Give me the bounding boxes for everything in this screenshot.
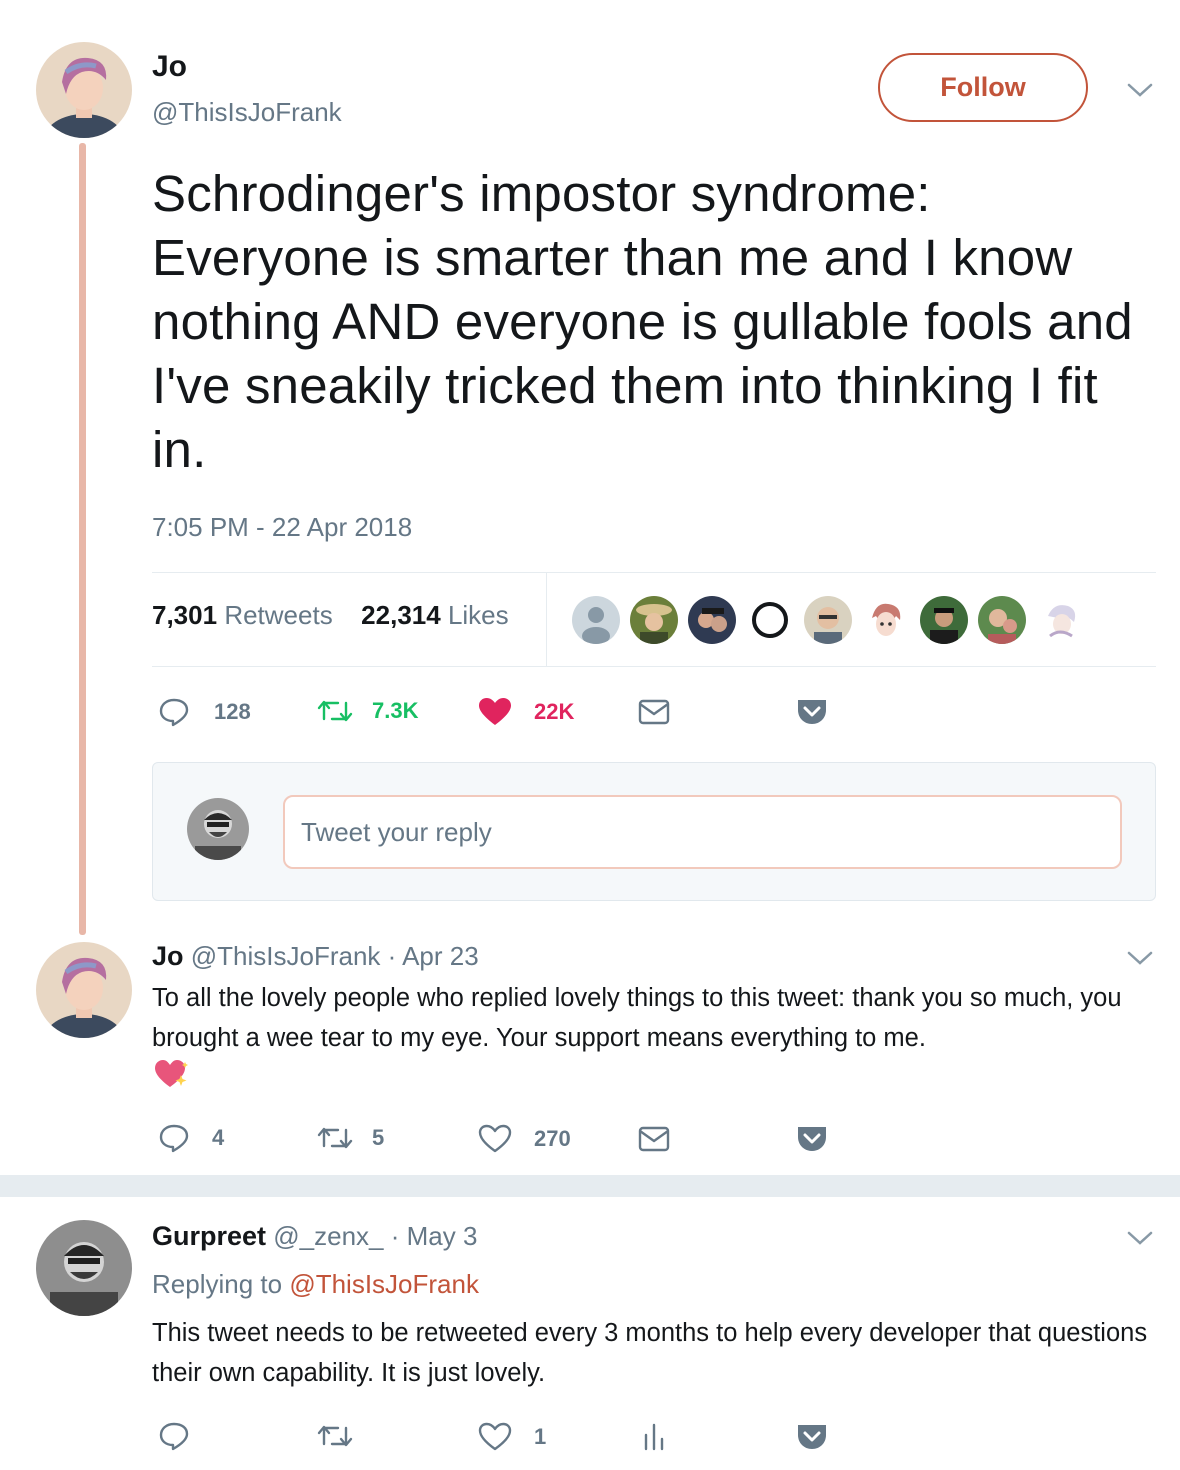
author-handle[interactable]: @ThisIsJoFrank [152, 97, 342, 128]
retweet-stat[interactable]: 7,301 Retweets [152, 600, 333, 630]
heart-icon [478, 1124, 512, 1153]
tweet-text: To all the lovely people who replied lov… [152, 978, 1162, 1058]
tweet-text: Schrodinger's impostor syndrome: Everyon… [152, 165, 1133, 478]
current-user-avatar [187, 798, 249, 860]
liker-avatar[interactable] [1036, 596, 1084, 644]
liker-avatar[interactable] [746, 596, 794, 644]
chevron-down-icon[interactable] [1126, 80, 1154, 105]
like-count: 1 [534, 1424, 547, 1449]
direct-message-action[interactable] [638, 1126, 670, 1152]
pocket-icon [798, 1425, 826, 1449]
reply-count: 128 [214, 699, 251, 724]
author-handle[interactable]: @ThisIsJoFrank [191, 941, 381, 971]
follow-button[interactable]: Follow [878, 53, 1088, 122]
liker-avatar[interactable] [630, 596, 678, 644]
pocket-action[interactable] [796, 1125, 828, 1153]
reply-icon [159, 1422, 189, 1451]
reply-icon [159, 1124, 189, 1153]
likes-stat[interactable]: 22,314 Likes [361, 600, 508, 630]
author-avatar[interactable] [36, 42, 132, 138]
reply-count: 4 [212, 1125, 225, 1150]
retweet-action[interactable]: 7.3K [316, 697, 418, 725]
reply-action[interactable] [158, 1421, 190, 1451]
pocket-icon [798, 1127, 826, 1151]
liker-avatar[interactable] [688, 596, 736, 644]
pocket-action[interactable] [796, 1423, 828, 1451]
retweet-count: 5 [372, 1125, 385, 1150]
tweet-header: Gurpreet @_zenx_ · May 3 [152, 1221, 477, 1252]
liker-avatar[interactable] [572, 596, 620, 644]
chevron-down-icon[interactable] [1126, 948, 1154, 973]
tweet-stats: 7,301 Retweets 22,314 Likes [152, 600, 509, 631]
like-count: 22K [534, 699, 575, 724]
reply-action[interactable]: 128 [158, 697, 251, 727]
liker-avatar[interactable] [862, 596, 910, 644]
retweet-icon [317, 1127, 353, 1149]
tweet-date[interactable]: · Apr 23 [388, 941, 479, 971]
likes-label: Likes [447, 600, 509, 630]
liker-avatar[interactable] [920, 596, 968, 644]
direct-message-action[interactable] [638, 699, 670, 725]
tweet-date[interactable]: · May 3 [391, 1221, 478, 1251]
tweet-header: Jo @ThisIsJoFrank · Apr 23 [152, 941, 479, 972]
like-action[interactable]: 270 [478, 1124, 571, 1154]
message-icon [638, 1126, 670, 1152]
liker-avatar[interactable] [978, 596, 1026, 644]
sparkling-heart-emoji [154, 1057, 190, 1096]
retweet-count: 7.3K [372, 698, 419, 723]
analytics-action[interactable] [642, 1421, 666, 1451]
heart-icon [479, 698, 511, 725]
like-action[interactable]: 1 [478, 1422, 546, 1452]
reply-input[interactable]: Tweet your reply [283, 795, 1122, 869]
author-name[interactable]: Jo [152, 50, 187, 84]
retweet-action[interactable] [316, 1422, 354, 1450]
pocket-action[interactable] [796, 698, 828, 726]
author-name[interactable]: Gurpreet [152, 1221, 266, 1251]
chevron-down-icon[interactable] [1126, 1228, 1154, 1253]
tweet-timestamp[interactable]: 7:05 PM - 22 Apr 2018 [152, 512, 412, 543]
analytics-icon [644, 1423, 664, 1451]
tweet-text: This tweet needs to be retweeted every 3… [152, 1319, 1148, 1387]
reply-action[interactable]: 4 [158, 1123, 224, 1153]
section-divider [0, 1175, 1180, 1197]
message-icon [638, 699, 670, 725]
pocket-icon [798, 700, 826, 724]
retweet-icon [317, 1425, 353, 1447]
heart-icon [478, 1422, 512, 1451]
replying-to-handle[interactable]: @ThisIsJoFrank [289, 1269, 479, 1299]
like-count: 270 [534, 1126, 571, 1151]
author-avatar[interactable] [36, 1220, 132, 1316]
author-name[interactable]: Jo [152, 941, 184, 971]
like-action[interactable]: 22K [478, 697, 574, 727]
thread-line [79, 143, 86, 935]
retweets-label: Retweets [224, 600, 333, 630]
divider [152, 666, 1156, 667]
retweet-action[interactable]: 5 [316, 1124, 384, 1152]
divider [152, 572, 1156, 573]
author-handle[interactable]: @_zenx_ [273, 1221, 383, 1251]
liker-avatar[interactable] [804, 596, 852, 644]
retweets-count: 7,301 [152, 600, 218, 630]
retweet-icon [317, 700, 353, 722]
reply-icon [159, 698, 189, 727]
likes-count: 22,314 [361, 600, 441, 630]
author-avatar[interactable] [36, 942, 132, 1038]
stats-separator [546, 572, 547, 667]
tweet-text-content: To all the lovely people who replied lov… [152, 984, 1122, 1052]
replying-to-label: Replying to [152, 1269, 283, 1299]
replying-to: Replying to @ThisIsJoFrank [152, 1269, 479, 1300]
